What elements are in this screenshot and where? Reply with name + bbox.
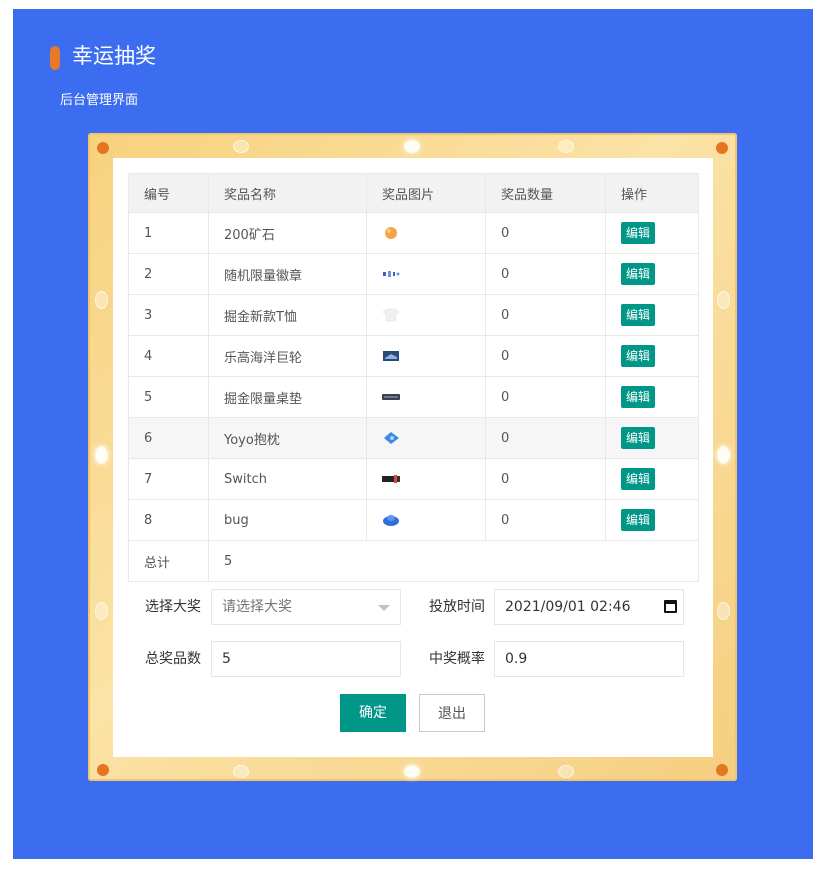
calendar-icon[interactable]	[664, 600, 677, 613]
prize-name: 200矿石	[208, 212, 367, 254]
frame-bulb-icon	[558, 140, 574, 153]
ore-icon	[385, 227, 397, 239]
frame-bulb-icon	[717, 446, 730, 464]
edit-button[interactable]: 编辑	[621, 468, 656, 490]
frame-dot-icon	[97, 142, 109, 154]
count-input[interactable]: 5	[211, 641, 401, 677]
prize-qty: 0	[485, 253, 606, 295]
frame-dot-icon	[97, 764, 109, 776]
datetime-input[interactable]: 2021/09/01 02:46	[494, 589, 684, 625]
frame-bulb-icon	[404, 765, 420, 778]
frame-bulb-icon	[233, 140, 249, 153]
frame-bulb-icon	[95, 291, 108, 309]
edit-button[interactable]: 编辑	[621, 304, 656, 326]
frame-bulb-icon	[717, 602, 730, 620]
prize-qty: 0	[485, 212, 606, 254]
prize-name: 乐高海洋巨轮	[208, 335, 367, 377]
page-subtitle: 后台管理界面	[60, 93, 139, 108]
table-row: 2 随机限量徽章 0 编辑	[128, 253, 699, 295]
frame-bulb-icon	[717, 291, 730, 309]
prize-id: 6	[128, 417, 209, 459]
count-value: 5	[222, 651, 231, 667]
admin-panel: 编号 奖品名称 奖品图片 奖品数量 操作 1 200矿石 0 编辑 2 随机限量…	[113, 158, 713, 757]
prize-id: 3	[128, 294, 209, 336]
prize-name: 掘金新款T恤	[208, 294, 367, 336]
frame-dot-icon	[716, 764, 728, 776]
edit-button[interactable]: 编辑	[621, 509, 656, 531]
prize-qty: 0	[485, 458, 606, 500]
total-label: 总计	[128, 540, 209, 582]
datetime-value: 2021/09/01 02:46	[505, 599, 631, 615]
frame-bulb-icon	[404, 140, 420, 153]
chevron-down-icon	[378, 605, 390, 611]
prize-name: bug	[208, 499, 367, 541]
tshirt-icon	[382, 308, 400, 322]
prize-name: Yoyo抱枕	[208, 417, 367, 459]
count-label: 总奖品数	[145, 651, 201, 667]
title-marker-icon	[50, 46, 60, 70]
table-row: 7 Switch 0 编辑	[128, 458, 699, 500]
exit-button[interactable]: 退出	[419, 694, 485, 732]
column-header: 奖品图片	[366, 173, 486, 213]
edit-button[interactable]: 编辑	[621, 263, 656, 285]
column-header: 奖品名称	[208, 173, 367, 213]
total-value: 5	[208, 540, 699, 582]
edit-button[interactable]: 编辑	[621, 386, 656, 408]
table-row: 5 掘金限量桌垫 0 编辑	[128, 376, 699, 418]
switch-icon	[382, 475, 400, 483]
table-row: 8 bug 0 编辑	[128, 499, 699, 541]
frame-dot-icon	[716, 142, 728, 154]
frame-bulb-icon	[558, 765, 574, 778]
prize-select-label: 选择大奖	[145, 599, 201, 615]
prize-qty: 0	[485, 376, 606, 418]
prize-qty: 0	[485, 417, 606, 459]
form-row-prize-time: 选择大奖 请选择大奖 投放时间 2021/09/01 02:46	[128, 588, 698, 626]
prize-id: 1	[128, 212, 209, 254]
prize-id: 7	[128, 458, 209, 500]
table-total-row: 总计 5	[128, 540, 699, 582]
time-label: 投放时间	[429, 599, 485, 615]
table-header-row: 编号 奖品名称 奖品图片 奖品数量 操作	[128, 173, 699, 213]
prize-name: 随机限量徽章	[208, 253, 367, 295]
edit-button[interactable]: 编辑	[621, 427, 656, 449]
column-header: 编号	[128, 173, 209, 213]
prize-select-placeholder: 请选择大奖	[222, 599, 292, 615]
table-row: 4 乐高海洋巨轮 0 编辑	[128, 335, 699, 377]
prize-id: 8	[128, 499, 209, 541]
column-header: 奖品数量	[485, 173, 606, 213]
prize-id: 2	[128, 253, 209, 295]
desk-mat-icon	[382, 394, 400, 400]
badge-icon	[383, 271, 400, 277]
frame-bulb-icon	[233, 765, 249, 778]
prize-id: 5	[128, 376, 209, 418]
page-title: 幸运抽奖	[72, 44, 156, 68]
frame-bulb-icon	[95, 602, 108, 620]
prize-select[interactable]: 请选择大奖	[211, 589, 401, 625]
prize-table: 编号 奖品名称 奖品图片 奖品数量 操作 1 200矿石 0 编辑 2 随机限量…	[128, 173, 699, 582]
app-background: 幸运抽奖 后台管理界面 编号 奖品名称 奖品图片 奖品数量 操作 1 200矿石…	[13, 9, 813, 859]
confirm-button[interactable]: 确定	[340, 694, 406, 732]
prize-qty: 0	[485, 294, 606, 336]
frame-bulb-icon	[95, 446, 108, 464]
rate-input[interactable]: 0.9	[494, 641, 684, 677]
prize-name: Switch	[208, 458, 367, 500]
table-row: 1 200矿石 0 编辑	[128, 212, 699, 254]
column-header: 操作	[605, 173, 699, 213]
prize-qty: 0	[485, 499, 606, 541]
prize-name: 掘金限量桌垫	[208, 376, 367, 418]
edit-button[interactable]: 编辑	[621, 345, 656, 367]
pillow-icon	[384, 432, 399, 444]
bug-icon	[383, 515, 399, 526]
lego-ship-icon	[383, 351, 399, 361]
rate-value: 0.9	[505, 651, 528, 667]
edit-button[interactable]: 编辑	[621, 222, 656, 244]
rate-label: 中奖概率	[429, 651, 485, 667]
table-row: 6 Yoyo抱枕 0 编辑	[128, 417, 699, 459]
prize-id: 4	[128, 335, 209, 377]
lottery-frame: 编号 奖品名称 奖品图片 奖品数量 操作 1 200矿石 0 编辑 2 随机限量…	[88, 133, 737, 781]
form-row-count-rate: 总奖品数 5 中奖概率 0.9	[128, 640, 698, 678]
table-row: 3 掘金新款T恤 0 编辑	[128, 294, 699, 336]
prize-qty: 0	[485, 335, 606, 377]
